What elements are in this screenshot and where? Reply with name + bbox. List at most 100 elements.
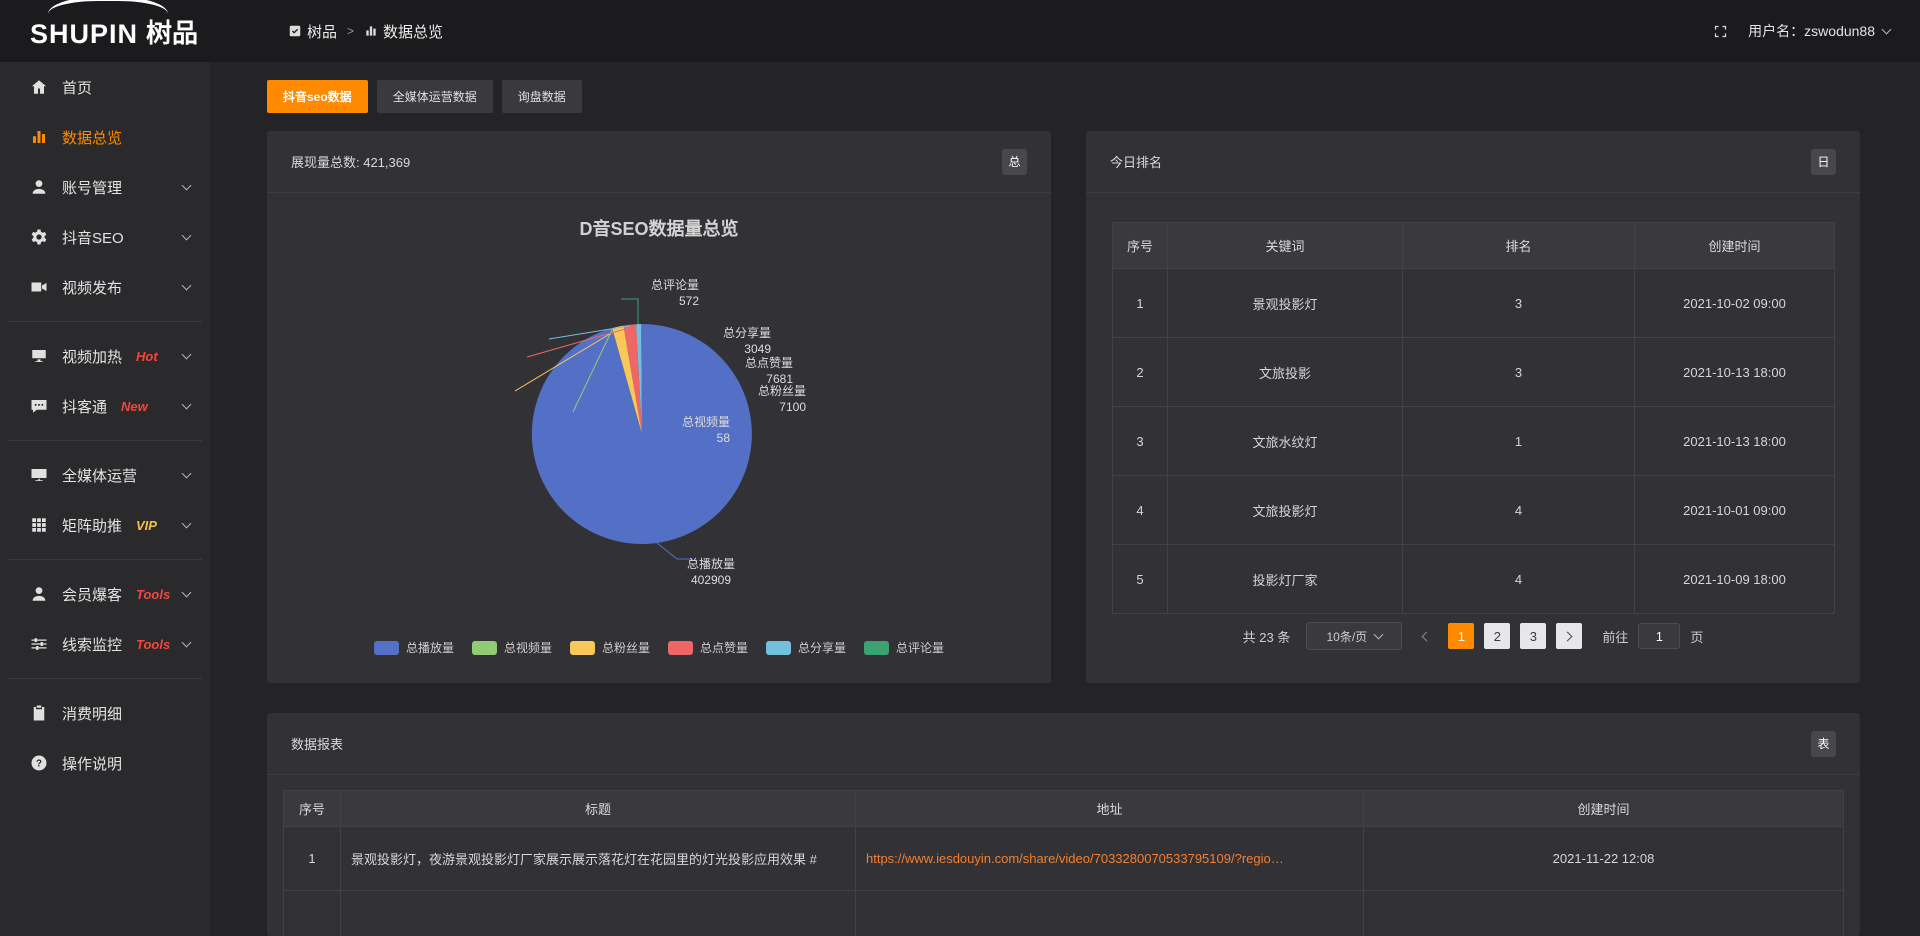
table-cell: 文旅投影灯: [1168, 476, 1403, 545]
impressions-total-label: 展现量总数: 421,369: [291, 152, 410, 171]
chevron-left-icon: [1422, 631, 1432, 641]
breadcrumb-item-data-overview[interactable]: 数据总览: [364, 21, 443, 42]
video-camera-icon: [30, 278, 48, 296]
sidebar-item-video-heat[interactable]: 视频加热Hot: [0, 331, 210, 381]
sidebar-nav: 首页数据总览账号管理抖音SEO视频发布视频加热Hot 抖客通 New 全媒体运营矩阵助…: [0, 62, 210, 788]
sidebar-item-label: 首页: [62, 77, 92, 98]
sidebar-item-label: 账号管理: [62, 177, 122, 198]
prev-page-button[interactable]: [1412, 623, 1438, 649]
next-page-button[interactable]: [1556, 623, 1582, 649]
sidebar-item-douyin-seo[interactable]: 抖音SEO: [0, 212, 210, 262]
goto-page-input[interactable]: [1638, 623, 1680, 649]
user-menu[interactable]: 用户名：zswodun88: [1748, 21, 1890, 41]
pie-label-value: 7100: [758, 399, 806, 415]
pie-label-value: 572: [651, 293, 699, 309]
chart-legend: 总播放量 总视频量 总粉丝量 总点赞量 总分享量 总评论量: [267, 639, 1051, 656]
goto-label: 前往: [1602, 627, 1628, 646]
page-size-select[interactable]: 10条/页: [1306, 622, 1402, 650]
ranking-panel-title: 今日排名: [1110, 152, 1162, 171]
tab-1[interactable]: 全媒体运营数据: [377, 80, 493, 113]
screen-icon: [30, 347, 48, 365]
sidebar-item-member-baoke[interactable]: 会员爆客Tools: [0, 569, 210, 619]
breadcrumb-label: 数据总览: [383, 21, 443, 42]
top-header: SHUPIN 树品 树品 > 数据总览 用户名：zswodun88: [0, 0, 1920, 62]
grid-icon: [30, 516, 48, 534]
sidebar-divider: [8, 440, 202, 441]
pie-label-name: 总播放量: [687, 556, 735, 572]
day-badge-button[interactable]: 日: [1811, 149, 1836, 175]
sidebar-item-home[interactable]: 首页: [0, 62, 210, 112]
column-header: 创建时间: [1364, 791, 1844, 827]
sidebar-item-label: 矩阵助推: [62, 515, 122, 536]
column-header: 标题: [341, 791, 856, 827]
table-badge-button[interactable]: 表: [1811, 731, 1836, 757]
page-button-3[interactable]: 3: [1520, 623, 1546, 649]
legend-label: 总播放量: [406, 639, 454, 656]
sidebar-item-matrix-boost[interactable]: 矩阵助推VIP: [0, 500, 210, 550]
chevron-down-icon: [182, 468, 192, 478]
legend-item-总播放量[interactable]: 总播放量: [374, 639, 454, 656]
report-panel-title: 数据报表: [291, 734, 343, 753]
pie-label-name: 总视频量: [682, 414, 730, 430]
chevron-down-icon: [182, 280, 192, 290]
pie-label-name: 总点赞量: [745, 355, 793, 371]
data-source-tabs: 抖音seo数据全媒体运营数据询盘数据: [267, 80, 582, 113]
label-line-总评论量: [621, 299, 638, 324]
sidebar-item-label: 操作说明: [62, 753, 122, 774]
question-icon: ?: [30, 754, 48, 772]
table-cell: 4: [1113, 476, 1168, 545]
legend-item-总粉丝量[interactable]: 总粉丝量: [570, 639, 650, 656]
sidebar-item-clue-monitor[interactable]: 线索监控Tools: [0, 619, 210, 669]
sidebar-item-label: 抖客通: [62, 396, 107, 417]
page-button-2[interactable]: 2: [1484, 623, 1510, 649]
sidebar-item-douketong[interactable]: 抖客通 New: [0, 381, 210, 431]
table-row: 5投影灯厂家42021-10-09 18:00: [1113, 545, 1835, 614]
legend-label: 总分享量: [798, 639, 846, 656]
total-badge-button[interactable]: 总: [1002, 149, 1027, 175]
gear-icon: [30, 228, 48, 246]
sidebar-item-label: 全媒体运营: [62, 465, 137, 486]
legend-item-总视频量[interactable]: 总视频量: [472, 639, 552, 656]
chevron-down-icon: [182, 637, 192, 647]
tab-0[interactable]: 抖音seo数据: [267, 80, 368, 113]
svg-text:?: ?: [36, 758, 42, 769]
sidebar-item-account-manage[interactable]: 账号管理: [0, 162, 210, 212]
table-cell: 2021-10-01 09:00: [1635, 476, 1835, 545]
sidebar-item-label: 消费明细: [62, 703, 122, 724]
sidebar-item-video-publish[interactable]: 视频发布: [0, 262, 210, 312]
chevron-down-icon: [182, 399, 192, 409]
table-row: 1景观投影灯32021-10-02 09:00: [1113, 269, 1835, 338]
column-header: 序号: [284, 791, 341, 827]
column-header: 排名: [1403, 223, 1635, 269]
legend-item-总分享量[interactable]: 总分享量: [766, 639, 846, 656]
sidebar-item-operation-guide[interactable]: ? 操作说明: [0, 738, 210, 788]
sidebar-divider: [8, 678, 202, 679]
table-row: 1景观投影灯，夜游景观投影灯厂家展示展示落花灯在花园里的灯光投影应用效果 #ht…: [284, 827, 1844, 891]
table-row: [284, 891, 1844, 936]
fullscreen-icon[interactable]: [1713, 24, 1728, 39]
legend-swatch: [472, 641, 497, 655]
breadcrumb-item-shupin[interactable]: 树品: [288, 21, 337, 42]
chart-bar-icon: [30, 128, 48, 146]
chevron-down-icon: [182, 587, 192, 597]
sidebar-divider: [8, 559, 202, 560]
video-link[interactable]: https://www.iesdouyin.com/share/video/70…: [866, 851, 1284, 866]
pie-label-总分享量: 总分享量3049: [723, 325, 771, 357]
table-row: 4文旅投影灯42021-10-01 09:00: [1113, 476, 1835, 545]
page-size-value: 10条/页: [1326, 628, 1367, 645]
legend-item-总评论量[interactable]: 总评论量: [864, 639, 944, 656]
chevron-down-icon: [1882, 24, 1892, 34]
sidebar-item-data-overview[interactable]: 数据总览: [0, 112, 210, 162]
report-table: 序号标题地址创建时间1景观投影灯，夜游景观投影灯厂家展示展示落花灯在花园里的灯光…: [283, 790, 1844, 936]
table-cell: 1: [284, 827, 341, 891]
legend-item-总点赞量[interactable]: 总点赞量: [668, 639, 748, 656]
chevron-down-icon: [182, 230, 192, 240]
pie-label-value: 402909: [687, 572, 735, 588]
sidebar-item-consume-detail[interactable]: 消费明细: [0, 688, 210, 738]
sidebar-item-media-operation[interactable]: 全媒体运营: [0, 450, 210, 500]
page-button-1[interactable]: 1: [1448, 623, 1474, 649]
menu-tag: New: [121, 399, 148, 414]
ranking-panel-header: 今日排名 日: [1086, 131, 1860, 193]
chart-panel: 展现量总数: 421,369 总 D音SEO数据量总览 总播放量402909总视…: [267, 131, 1051, 683]
tab-2[interactable]: 询盘数据: [502, 80, 582, 113]
